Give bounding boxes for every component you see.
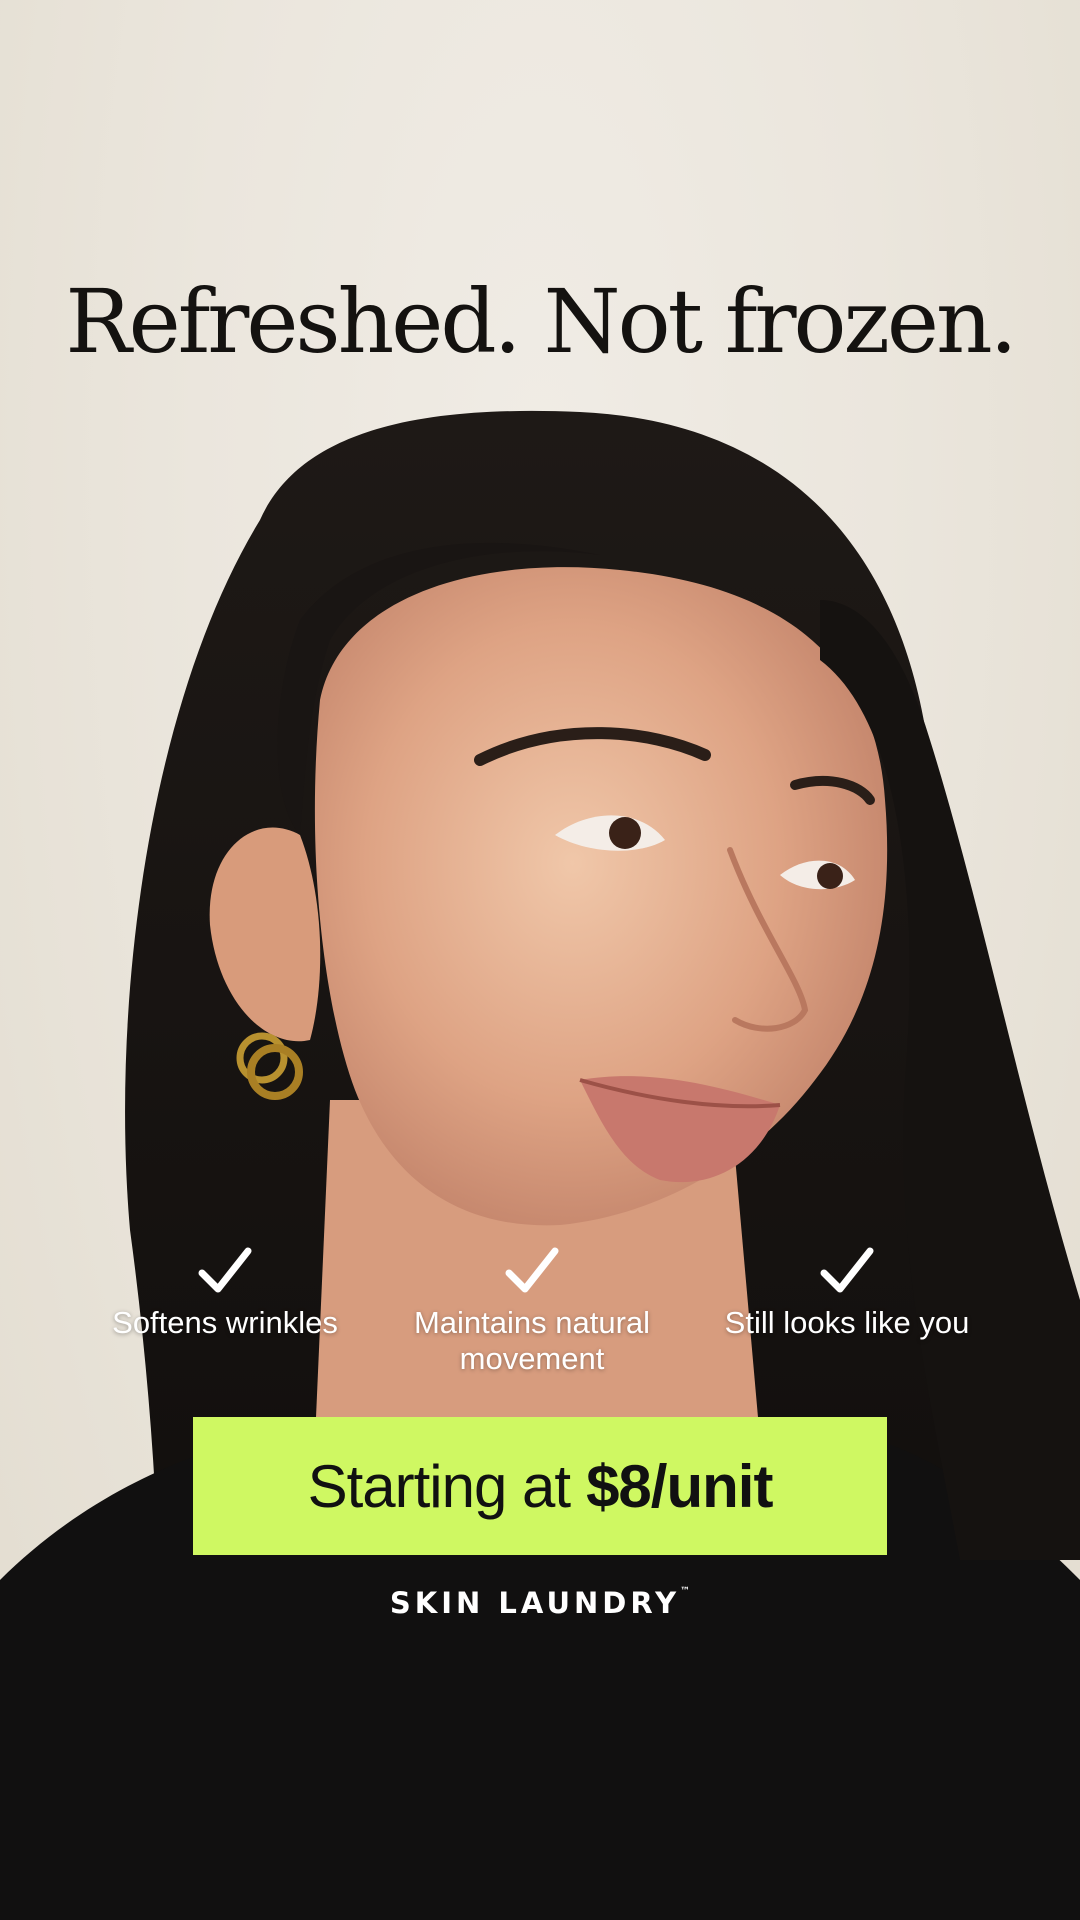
headline: Refreshed. Not frozen. <box>65 270 1017 373</box>
checkmark-icon <box>820 1247 874 1293</box>
trademark: ™ <box>680 1586 691 1597</box>
feature-label: Maintains natural movement <box>413 1305 651 1376</box>
cta-prefix: Starting at <box>307 1452 571 1520</box>
checkmark-icon <box>198 1247 252 1293</box>
cta-price: $8/unit <box>586 1452 773 1520</box>
feature-label: Still looks like you <box>724 1305 970 1340</box>
feature-item: Softens wrinkles <box>75 1245 375 1341</box>
brand-name: SKIN LAUNDRY <box>389 1586 681 1620</box>
ad-canvas: Refreshed. Not frozen. Softens wrinkles … <box>0 0 1080 1920</box>
checkmark-icon <box>505 1247 559 1293</box>
brand-logo: SKIN LAUNDRY™ <box>0 1586 1080 1620</box>
feature-item: Still looks like you <box>697 1245 997 1341</box>
feature-list: Softens wrinkles Maintains natural movem… <box>0 1245 1080 1385</box>
pricing-cta-button[interactable]: Starting at $8/unit <box>193 1417 887 1555</box>
feature-item: Maintains natural movement <box>382 1245 682 1377</box>
feature-label: Softens wrinkles <box>112 1305 338 1340</box>
